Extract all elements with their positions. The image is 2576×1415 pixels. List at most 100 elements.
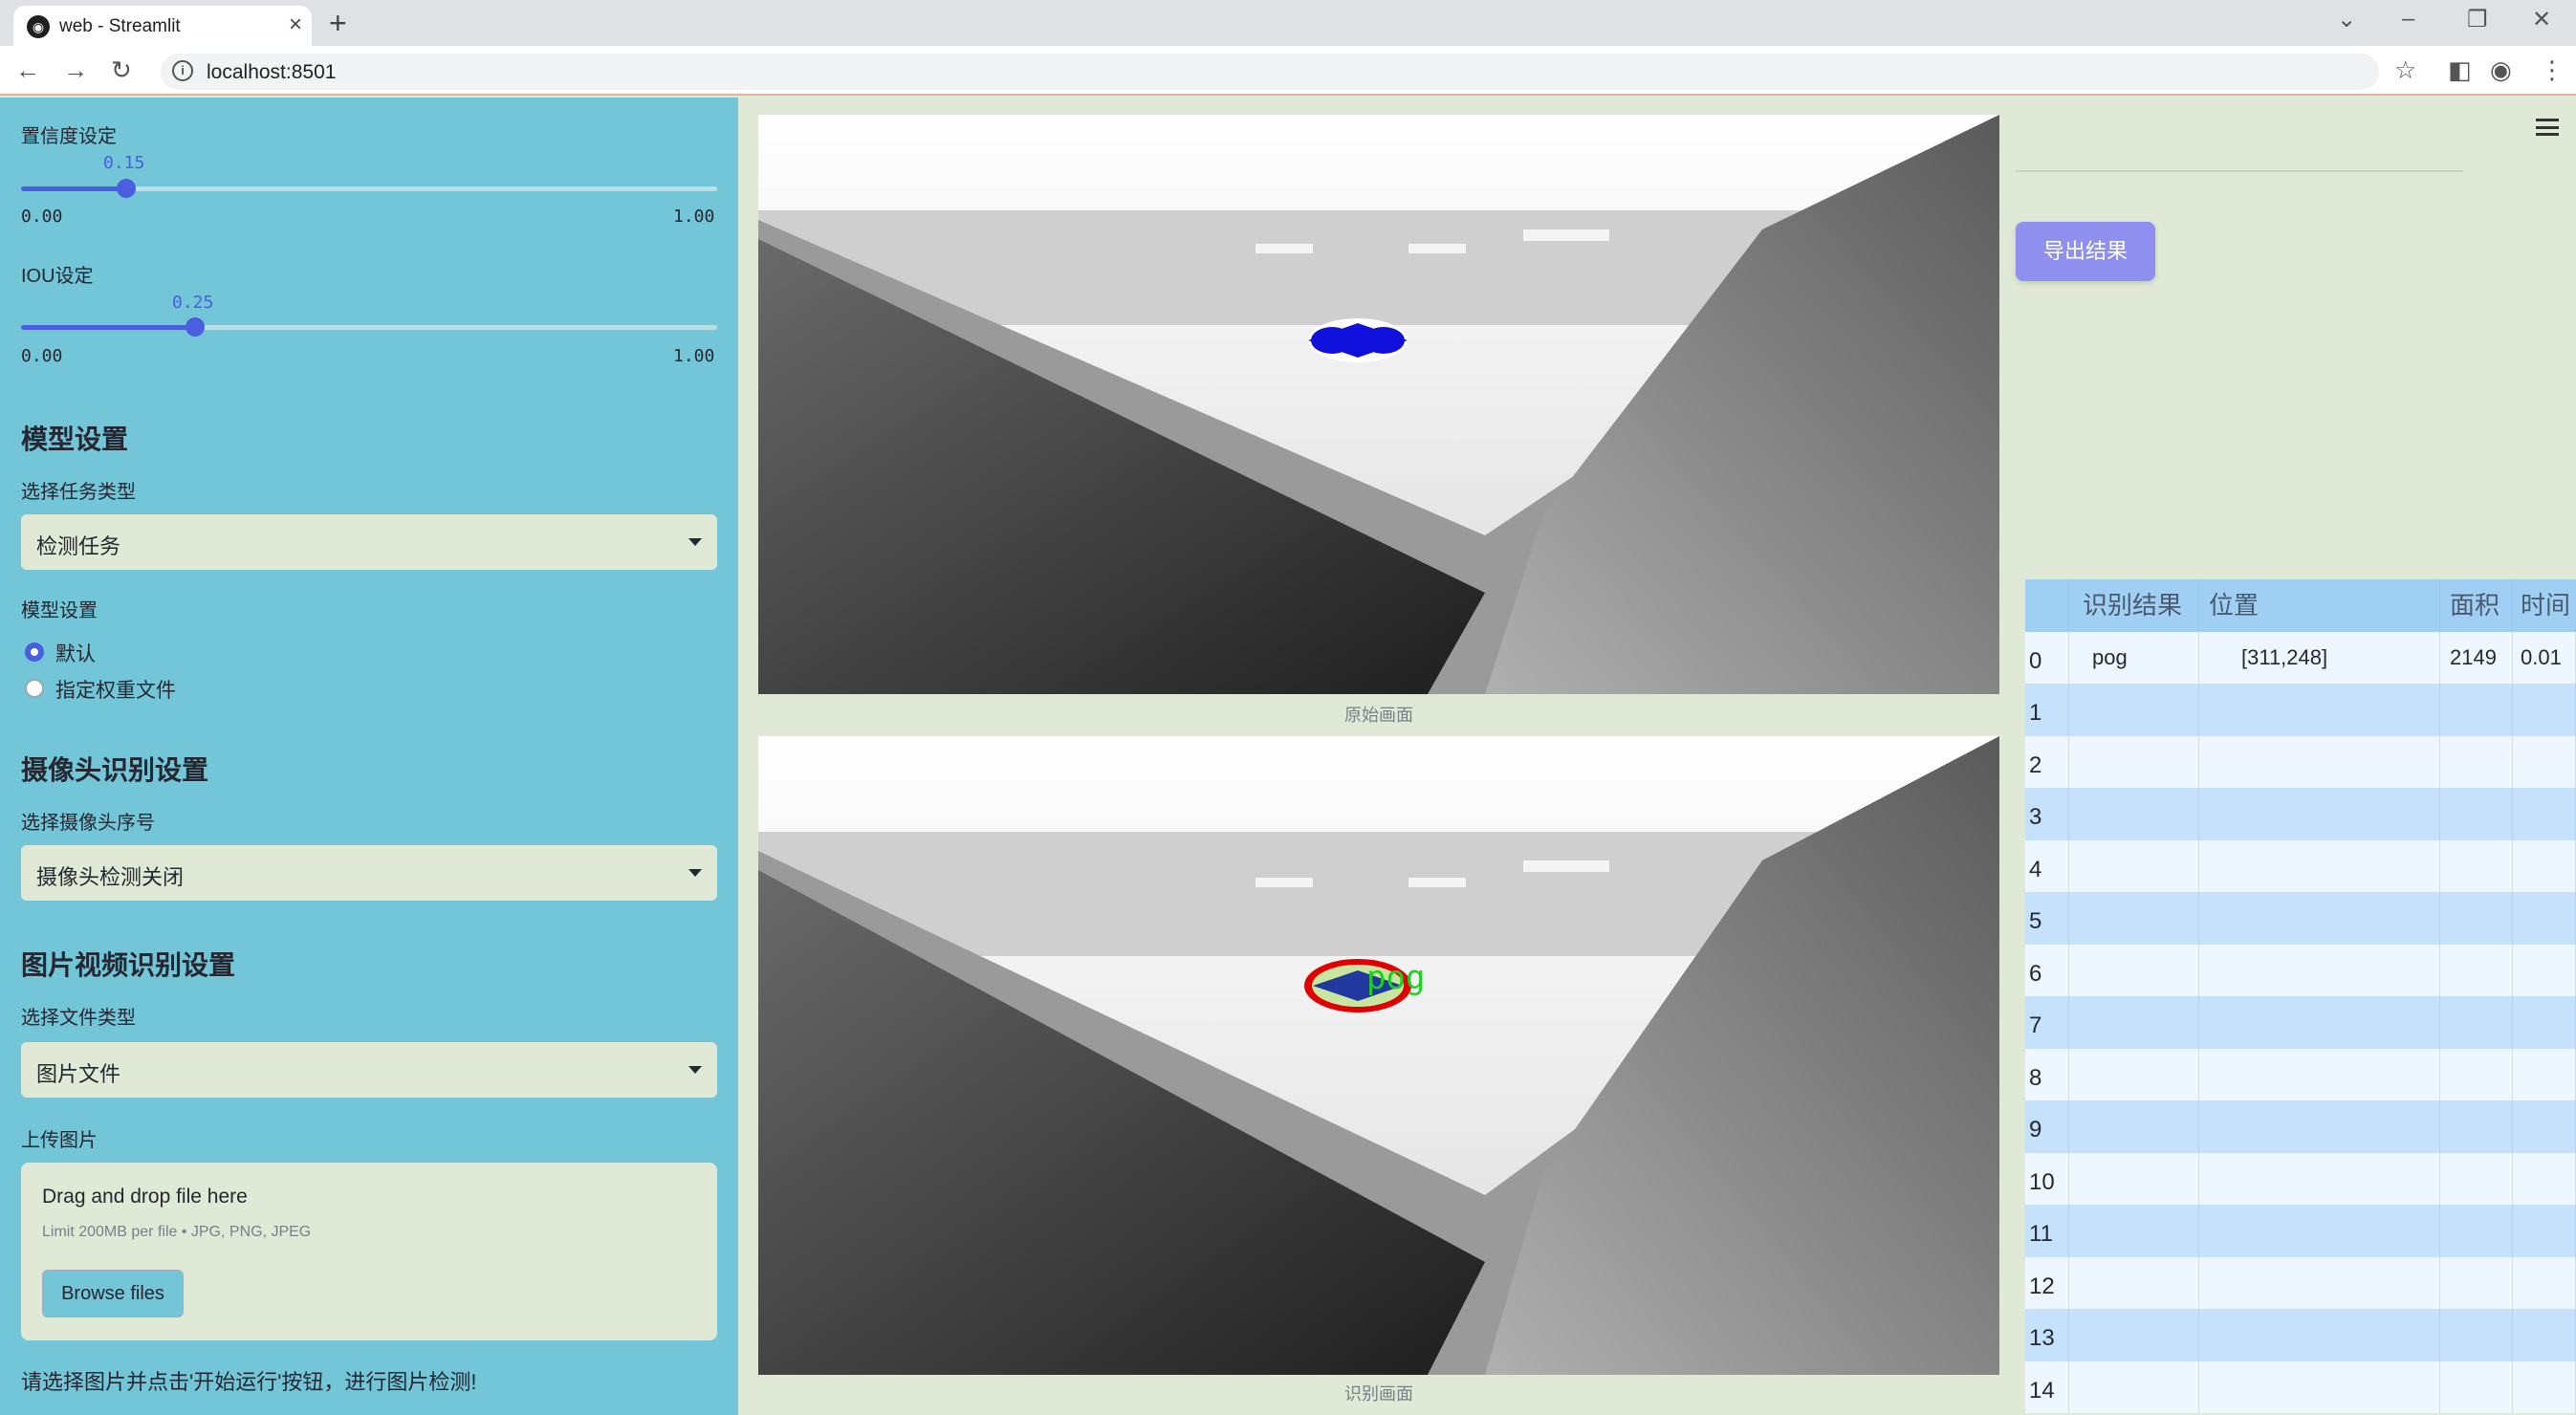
header-index <box>2025 579 2069 632</box>
confidence-slider[interactable] <box>21 179 717 198</box>
app-menu-icon[interactable] <box>2536 119 2559 136</box>
empty-cell <box>2069 996 2199 1049</box>
tab-search-chevron-icon[interactable]: ⌄ <box>2337 6 2356 33</box>
window-close-icon[interactable]: ✕ <box>2532 6 2551 33</box>
header-area[interactable]: 面积 <box>2440 579 2513 632</box>
confidence-slider-thumb[interactable] <box>117 179 136 198</box>
iou-slider-thumb[interactable] <box>186 317 205 337</box>
empty-cell <box>2440 1309 2513 1361</box>
empty-cell <box>2513 735 2576 788</box>
empty-cell <box>2440 944 2513 996</box>
empty-cell <box>2069 1100 2199 1153</box>
table-row[interactable]: 6 <box>2025 944 2576 996</box>
table-row[interactable]: 2 <box>2025 735 2576 788</box>
new-tab-icon[interactable]: + <box>329 6 347 41</box>
iou-label: IOU设定 <box>21 266 94 287</box>
empty-cell <box>2199 1048 2440 1100</box>
table-row[interactable]: 10 <box>2025 1152 2576 1205</box>
camera-select[interactable]: 摄像头检测关闭 <box>21 845 717 901</box>
address-bar: ← → ↻ i localhost:8501 ☆ ◧ ◉ ⋮ <box>0 46 2576 96</box>
header-result[interactable]: 识别结果 <box>2069 579 2199 632</box>
iou-slider[interactable] <box>21 317 717 337</box>
original-caption: 原始画面 <box>1344 706 1413 725</box>
confidence-value: 0.15 <box>103 153 145 173</box>
table-row[interactable]: 14 <box>2025 1361 2576 1413</box>
task-select[interactable]: 检测任务 <box>21 514 717 570</box>
empty-cell <box>2069 892 2199 945</box>
dropzone-limit: Limit 200MB per file • JPG, PNG, JPEG <box>42 1224 312 1240</box>
table-row[interactable]: 0 pog [311,248] 2149 0.01 <box>2025 631 2576 684</box>
filetype-select[interactable]: 图片文件 <box>21 1042 717 1098</box>
browser-tab[interactable]: ◉ web - Streamlit × <box>13 6 312 46</box>
model-label: 模型设置 <box>21 600 98 621</box>
original-image <box>758 115 1999 694</box>
side-panel-icon[interactable]: ◧ <box>2448 55 2472 85</box>
empty-cell <box>2513 684 2576 736</box>
chevron-down-icon <box>688 538 702 546</box>
browser-menu-icon[interactable]: ⋮ <box>2540 55 2565 85</box>
dropzone-title: Drag and drop file here <box>42 1186 248 1208</box>
row-index: 1 <box>2025 684 2069 736</box>
header-time[interactable]: 时间 <box>2513 579 2576 632</box>
table-row[interactable]: 13 <box>2025 1309 2576 1361</box>
radio-default-label: 默认 <box>55 643 96 665</box>
empty-cell <box>2440 1048 2513 1100</box>
empty-cell <box>2069 839 2199 892</box>
empty-cell <box>2513 1205 2576 1257</box>
omnibox[interactable]: i localhost:8501 <box>161 54 2379 90</box>
table-row[interactable]: 8 <box>2025 1048 2576 1100</box>
row-index: 4 <box>2025 839 2069 892</box>
empty-cell <box>2440 1361 2513 1413</box>
browse-files-button[interactable]: Browse files <box>42 1270 184 1317</box>
model-heading: 模型设置 <box>21 424 129 454</box>
empty-cell <box>2199 1256 2440 1309</box>
empty-cell <box>2440 788 2513 840</box>
empty-cell <box>2513 839 2576 892</box>
media-heading: 图片视频识别设置 <box>21 950 236 980</box>
confidence-min: 0.00 <box>21 207 63 227</box>
empty-cell <box>2513 1100 2576 1153</box>
minimize-icon[interactable]: – <box>2402 6 2414 33</box>
filetype-label: 选择文件类型 <box>21 1008 136 1029</box>
table-row[interactable]: 4 <box>2025 839 2576 892</box>
camera-heading: 摄像头识别设置 <box>21 755 209 785</box>
cell-time: 0.01 <box>2513 631 2576 684</box>
profile-avatar-icon[interactable]: ◉ <box>2490 55 2512 85</box>
tab-close-icon[interactable]: × <box>289 11 302 38</box>
table-row[interactable]: 11 <box>2025 1205 2576 1257</box>
header-position[interactable]: 位置 <box>2199 579 2440 632</box>
divider <box>2016 170 2463 172</box>
results-table[interactable]: 识别结果 位置 面积 时间 0 pog [311,248] 2149 0.01 … <box>2025 579 2576 1415</box>
table-row[interactable]: 3 <box>2025 788 2576 840</box>
confidence-max: 1.00 <box>673 207 715 227</box>
file-dropzone[interactable]: Drag and drop file here Limit 200MB per … <box>21 1163 717 1340</box>
radio-default[interactable] <box>25 642 44 662</box>
table-row[interactable]: 12 <box>2025 1256 2576 1309</box>
forward-icon[interactable]: → <box>63 55 88 85</box>
row-index: 7 <box>2025 996 2069 1049</box>
empty-cell <box>2199 735 2440 788</box>
empty-cell <box>2069 1152 2199 1205</box>
radio-custom-weights[interactable] <box>25 679 44 698</box>
row-index: 2 <box>2025 735 2069 788</box>
empty-cell <box>2440 892 2513 945</box>
table-row[interactable]: 5 <box>2025 892 2576 945</box>
bookmark-star-icon[interactable]: ☆ <box>2394 55 2416 85</box>
empty-cell <box>2069 1048 2199 1100</box>
back-icon[interactable]: ← <box>15 55 40 85</box>
task-label: 选择任务类型 <box>21 482 136 503</box>
table-row[interactable]: 7 <box>2025 996 2576 1049</box>
restore-icon[interactable]: ❐ <box>2467 6 2488 33</box>
table-row[interactable]: 9 <box>2025 1100 2576 1153</box>
reload-icon[interactable]: ↻ <box>111 55 132 85</box>
export-results-button[interactable]: 导出结果 <box>2016 222 2155 281</box>
row-index: 0 <box>2025 631 2069 684</box>
sidebar: 置信度设定 0.15 0.00 1.00 IOU设定 0.25 0.00 1.0… <box>0 98 738 1415</box>
empty-cell <box>2513 1256 2576 1309</box>
row-index: 12 <box>2025 1256 2069 1309</box>
table-row[interactable]: 1 <box>2025 684 2576 736</box>
empty-cell <box>2199 1309 2440 1361</box>
site-info-icon[interactable]: i <box>172 60 193 81</box>
row-index: 5 <box>2025 892 2069 945</box>
empty-cell <box>2069 735 2199 788</box>
